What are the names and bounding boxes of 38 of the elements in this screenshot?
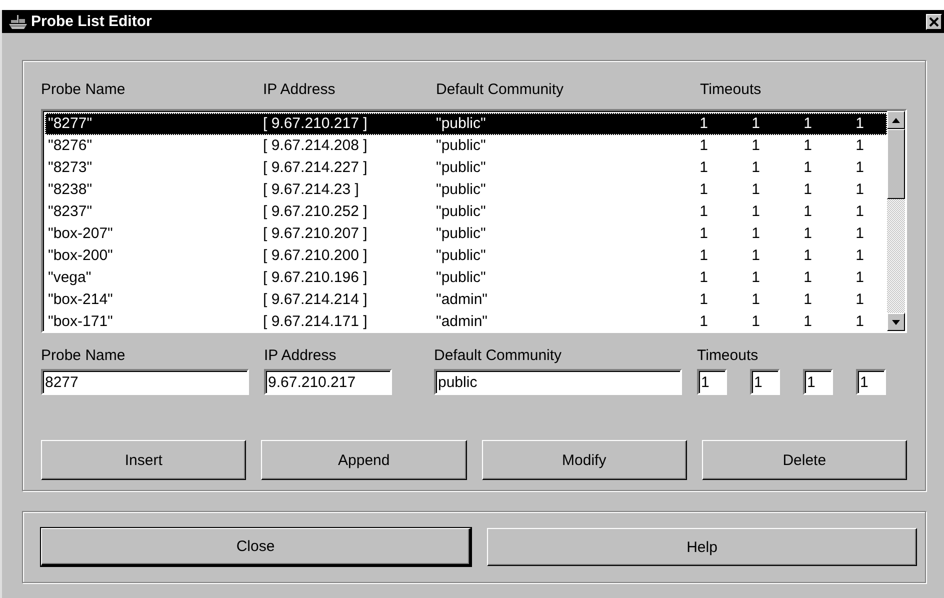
input-field[interactable]: 8277 — [41, 369, 249, 395]
field-label: Timeouts — [697, 347, 760, 364]
list-row[interactable]: "8277" [ 9.67.210.217 ] "public" 1 1 1 1 — [45, 113, 887, 135]
column-header: Default Community — [436, 81, 565, 98]
list-row[interactable]: "8238" [ 9.67.214.23 ] "public" 1 1 1 1 — [45, 179, 887, 201]
scrollbar[interactable] — [887, 111, 905, 331]
close-icon[interactable] — [926, 14, 942, 30]
scroll-up-icon[interactable] — [887, 111, 905, 129]
list-row[interactable]: "8237" [ 9.67.210.252 ] "public" 1 1 1 1 — [45, 201, 887, 223]
input-field[interactable]: public — [434, 369, 682, 395]
input-field[interactable]: 1 — [750, 369, 780, 395]
list-row[interactable]: "8276" [ 9.67.214.208 ] "public" 1 1 1 1 — [45, 135, 887, 157]
scroll-down-icon[interactable] — [887, 313, 905, 331]
action-button[interactable]: Delete — [702, 440, 907, 480]
window-title: Probe List Editor — [31, 13, 153, 30]
action-button[interactable]: Insert — [41, 440, 246, 480]
input-field[interactable]: 1 — [803, 369, 833, 395]
field-label: Probe Name — [41, 347, 126, 364]
column-header: IP Address — [263, 81, 336, 98]
list-row[interactable]: "box-200" [ 9.67.210.200 ] "public" 1 1 1 1 — [45, 245, 887, 267]
column-header: Probe Name — [41, 81, 126, 98]
action-button[interactable]: Append — [261, 440, 466, 480]
list-row[interactable]: "box-214" [ 9.67.214.214 ] "admin" 1 1 1 1 — [45, 289, 887, 311]
input-field[interactable]: 9.67.210.217 — [264, 369, 392, 395]
list-row[interactable]: "vega" [ 9.67.210.196 ] "public" 1 1 1 1 — [45, 267, 887, 289]
list-row[interactable]: "8273" [ 9.67.214.227 ] "public" 1 1 1 1 — [45, 157, 887, 179]
dialog-button[interactable]: Close — [41, 528, 471, 566]
scroll-thumb[interactable] — [887, 129, 905, 199]
column-header: Timeouts — [700, 81, 762, 98]
list-row[interactable]: "box-171" [ 9.67.214.171 ] "admin" 1 1 1 1 — [45, 311, 887, 331]
field-label: Default Community — [434, 347, 563, 364]
dialog-button[interactable]: Help — [487, 528, 917, 566]
ship-icon — [8, 14, 28, 30]
list-row[interactable]: "box-207" [ 9.67.210.207 ] "public" 1 1 1 1 — [45, 223, 887, 245]
input-field[interactable]: 1 — [697, 369, 727, 395]
input-field[interactable]: 1 — [856, 369, 886, 395]
field-label: IP Address — [264, 347, 338, 364]
action-button[interactable]: Modify — [482, 440, 687, 480]
